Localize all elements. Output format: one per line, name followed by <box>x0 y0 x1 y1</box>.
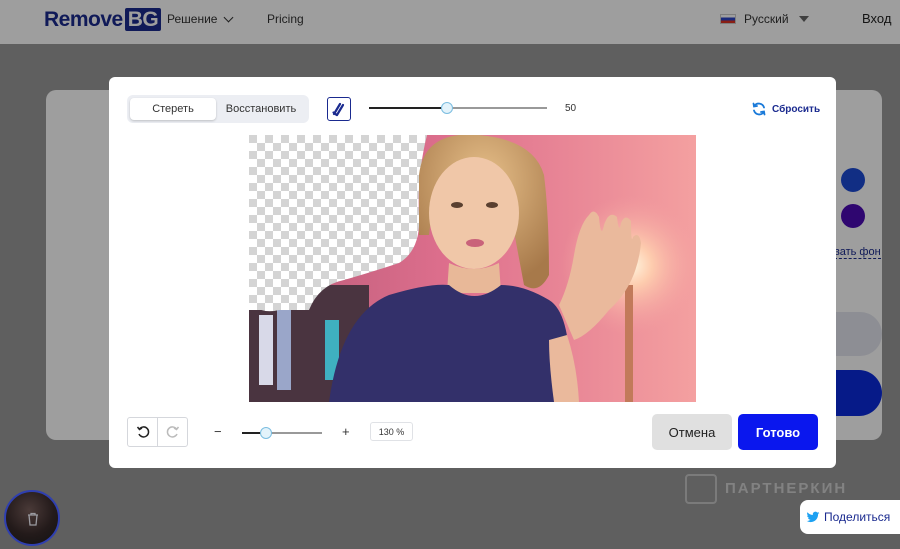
tab-erase[interactable]: Стереть <box>130 98 216 120</box>
redo-button[interactable] <box>157 418 187 446</box>
cancel-button[interactable]: Отмена <box>652 414 732 450</box>
brush-size-value: 50 <box>565 103 577 114</box>
redo-icon <box>166 426 179 438</box>
watermark-text: ПАРТНЕРКИН <box>725 479 848 497</box>
photo-preview <box>249 135 696 402</box>
reset-button[interactable]: Сбросить <box>751 101 820 117</box>
done-button[interactable]: Готово <box>738 414 818 450</box>
undo-button[interactable] <box>128 418 157 446</box>
brush-icon <box>332 102 345 117</box>
history-controls <box>127 417 188 447</box>
reset-label: Сбросить <box>772 103 821 115</box>
undo-icon <box>136 426 149 438</box>
zoom-in-button[interactable]: + <box>342 424 350 439</box>
mode-toggle: Стереть Восстановить <box>127 95 309 123</box>
watermark-icon <box>685 474 717 504</box>
image-canvas[interactable] <box>249 135 696 402</box>
twitter-icon <box>806 511 820 523</box>
zoom-out-button[interactable]: − <box>214 424 222 439</box>
eraser-modal: Стереть Восстановить 50 Сбросить − + 130… <box>109 77 836 468</box>
zoom-handle[interactable] <box>260 427 272 439</box>
uploaded-thumbnail[interactable] <box>4 490 60 546</box>
trash-icon[interactable] <box>26 512 40 526</box>
brush-tool-button[interactable] <box>327 97 351 121</box>
refresh-icon <box>752 102 766 116</box>
brush-size-fill <box>369 107 448 109</box>
share-button[interactable]: Поделиться <box>800 500 900 534</box>
tab-restore[interactable]: Восстановить <box>216 98 306 120</box>
brush-size-slider[interactable] <box>369 102 547 114</box>
share-label: Поделиться <box>824 510 891 524</box>
zoom-value: 130 % <box>370 422 413 441</box>
brush-size-handle[interactable] <box>441 102 454 114</box>
zoom-slider[interactable] <box>242 427 322 439</box>
